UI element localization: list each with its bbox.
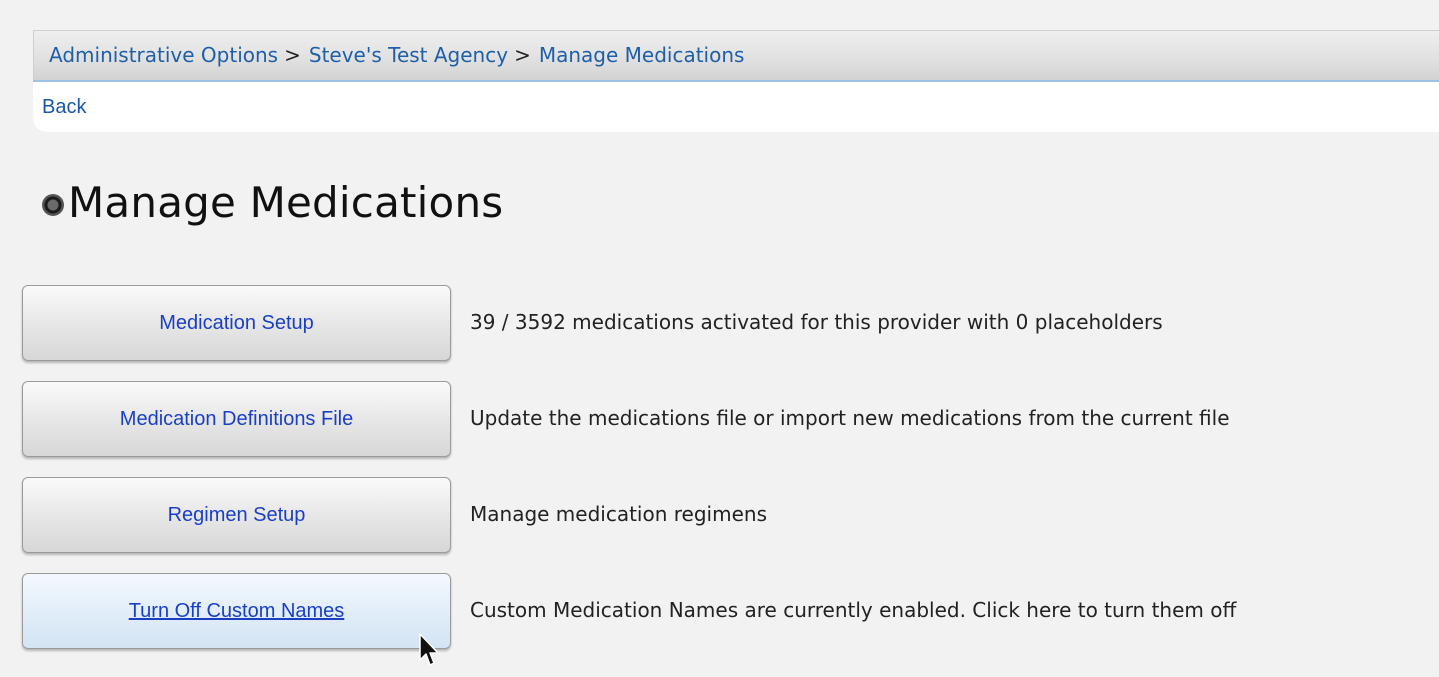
- medication-definitions-file-button[interactable]: Medication Definitions File: [22, 381, 451, 457]
- breadcrumb-separator: >: [284, 43, 301, 67]
- breadcrumb-bar: Administrative Options > Steve's Test Agen…: [33, 30, 1439, 80]
- breadcrumb: Administrative Options > Steve's Test Agen…: [49, 43, 744, 67]
- breadcrumb-item-administrative-options[interactable]: Administrative Options: [49, 43, 278, 67]
- medication-setup-button[interactable]: Medication Setup: [22, 285, 451, 361]
- medication-definitions-file-button-label: Medication Definitions File: [119, 407, 354, 430]
- radio-bullet-icon: [42, 193, 64, 216]
- action-row-regimen-setup: Regimen Setup Manage medication regimens: [22, 477, 1422, 555]
- mouse-pointer-icon: [419, 633, 439, 666]
- turn-off-custom-names-description: Custom Medication Names are currently en…: [470, 598, 1237, 622]
- breadcrumb-item-agency[interactable]: Steve's Test Agency: [309, 43, 508, 67]
- action-row-custom-names: Turn Off Custom Names Custom Medication …: [22, 573, 1422, 651]
- breadcrumb-separator: >: [514, 43, 531, 67]
- regimen-setup-description: Manage medication regimens: [470, 502, 767, 526]
- turn-off-custom-names-button-label: Turn Off Custom Names: [128, 599, 345, 622]
- back-link[interactable]: Back: [42, 96, 86, 119]
- action-row-medication-definitions: Medication Definitions File Update the m…: [22, 381, 1422, 459]
- medication-setup-description: 39 / 3592 medications activated for this…: [470, 310, 1163, 334]
- regimen-setup-button-label: Regimen Setup: [167, 503, 306, 526]
- breadcrumb-item-manage-medications[interactable]: Manage Medications: [539, 43, 745, 67]
- back-bar: Back: [33, 80, 1439, 132]
- page-title: Manage Medications: [68, 178, 504, 227]
- regimen-setup-button[interactable]: Regimen Setup: [22, 477, 451, 553]
- page-title-wrap: Manage Medications: [42, 178, 503, 227]
- page: Administrative Options > Steve's Test Agen…: [0, 0, 1439, 677]
- medication-setup-button-label: Medication Setup: [159, 311, 314, 334]
- medication-definitions-file-description: Update the medications file or import ne…: [470, 406, 1230, 430]
- turn-off-custom-names-button[interactable]: Turn Off Custom Names: [22, 573, 451, 649]
- action-row-medication-setup: Medication Setup 39 / 3592 medications a…: [22, 285, 1422, 363]
